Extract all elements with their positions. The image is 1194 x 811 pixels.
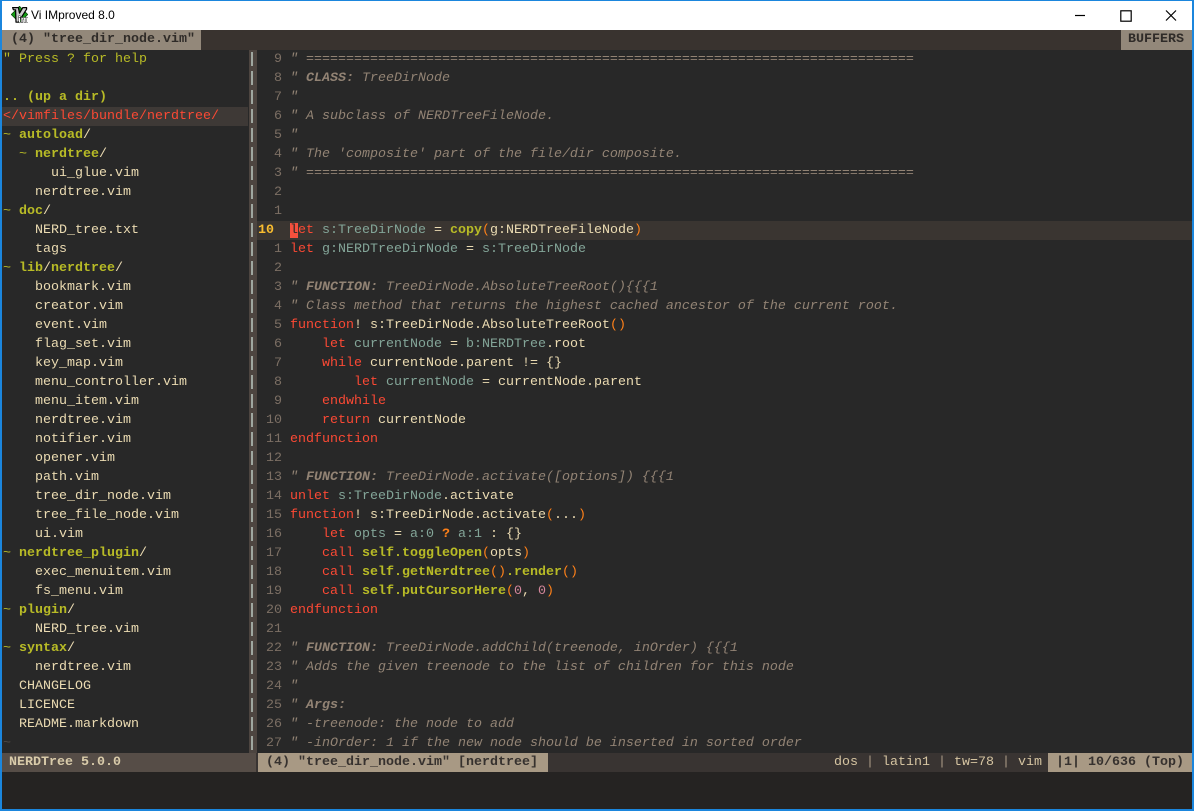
svg-text:im: im bbox=[18, 14, 28, 24]
